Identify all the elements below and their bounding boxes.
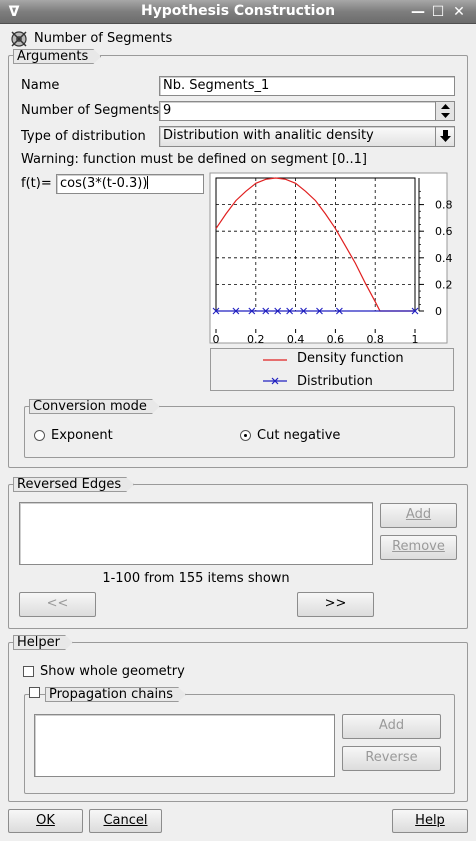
window-title: Hypothesis Construction [140, 3, 336, 19]
legend-distribution-swatch [263, 377, 287, 385]
chains-reverse-button[interactable]: Reverse [342, 746, 441, 771]
name-field[interactable]: Nb. Segments_1 [159, 76, 455, 96]
reversed-add-button[interactable]: Add [380, 503, 457, 528]
segments-value: 9 [163, 103, 172, 118]
title-bar[interactable]: ᐁ Hypothesis Construction — ☐ ✕ [0, 0, 476, 24]
conversion-mode-label: Conversion mode [29, 399, 160, 414]
distribution-value: Distribution with analitic density [163, 128, 374, 143]
prev-page-button[interactable]: << [19, 592, 96, 617]
next-page-button[interactable]: >> [297, 592, 374, 617]
function-field[interactable]: cos(3*(t-0.3)) [56, 174, 204, 194]
items-status: 1-100 from 155 items shown [102, 571, 290, 586]
legend-density-label: Density function [297, 351, 404, 366]
header-label: Number of Segments [34, 31, 173, 46]
exponent-label: Exponent [51, 428, 113, 443]
minimize-icon[interactable]: — [410, 4, 426, 20]
y-tick-label: 0.6 [435, 225, 453, 238]
segments-spinbox[interactable]: 9 [159, 101, 455, 121]
hypothesis-icon [9, 29, 29, 49]
legend-distribution-label: Distribution [297, 374, 373, 389]
ok-button[interactable]: OK [8, 809, 83, 833]
y-tick-label: 0.8 [435, 199, 453, 212]
x-tick-label: 0.6 [327, 333, 345, 346]
show-geometry-label: Show whole geometry [40, 664, 185, 679]
show-geometry-checkbox[interactable] [23, 666, 34, 677]
legend-density-swatch [263, 359, 287, 361]
name-label: Name [21, 78, 60, 93]
cut-negative-label: Cut negative [257, 428, 341, 443]
spin-arrows-icon[interactable] [435, 102, 454, 120]
propagation-chains-checkbox[interactable] [29, 687, 40, 698]
reversed-edges-list[interactable] [19, 502, 373, 565]
warning-text: Warning: function must be defined on seg… [21, 152, 367, 167]
segments-label: Number of Segments [21, 103, 160, 118]
chains-add-button[interactable]: Add [342, 714, 441, 739]
propagation-chains-list[interactable] [34, 714, 335, 777]
x-tick-label: 0 [213, 333, 220, 346]
show-geometry-option[interactable]: Show whole geometry [23, 664, 185, 679]
x-tick-label: 0.8 [366, 333, 384, 346]
y-tick-label: 0.2 [435, 278, 453, 291]
help-button[interactable]: Help [392, 809, 468, 833]
exponent-option[interactable]: Exponent [34, 428, 113, 443]
ft-label: f(t)= [21, 176, 52, 191]
reversed-remove-button[interactable]: Remove [380, 535, 457, 560]
exponent-radio[interactable] [34, 430, 45, 441]
helper-label: Helper [13, 635, 73, 650]
text-cursor [147, 176, 149, 189]
x-tick-label: 1 [412, 333, 419, 346]
close-icon[interactable]: ✕ [451, 4, 467, 20]
propagation-chains-checkbox-wrap[interactable] [29, 687, 41, 699]
arguments-group-label: Arguments [13, 49, 101, 64]
distribution-label: Type of distribution [21, 129, 146, 144]
cut-negative-option[interactable]: Cut negative [240, 428, 340, 443]
chart-legend: Density function Distribution [210, 348, 454, 391]
function-value: cos(3*(t-0.3)) [60, 176, 148, 191]
y-tick-label: 0 [435, 305, 442, 318]
cut-negative-radio[interactable] [240, 430, 251, 441]
propagation-chains-label: Propagation chains [45, 687, 186, 702]
reversed-edges-label: Reversed Edges [13, 477, 134, 492]
dropdown-arrow-icon[interactable] [435, 127, 454, 146]
x-tick-label: 0.2 [247, 333, 265, 346]
cancel-button[interactable]: Cancel [89, 809, 162, 833]
distribution-select[interactable]: Distribution with analitic density [159, 126, 455, 147]
y-tick-label: 0.4 [435, 252, 453, 265]
plot-area [209, 172, 448, 344]
maximize-icon[interactable]: ☐ [430, 4, 446, 20]
x-tick-label: 0.4 [287, 333, 305, 346]
